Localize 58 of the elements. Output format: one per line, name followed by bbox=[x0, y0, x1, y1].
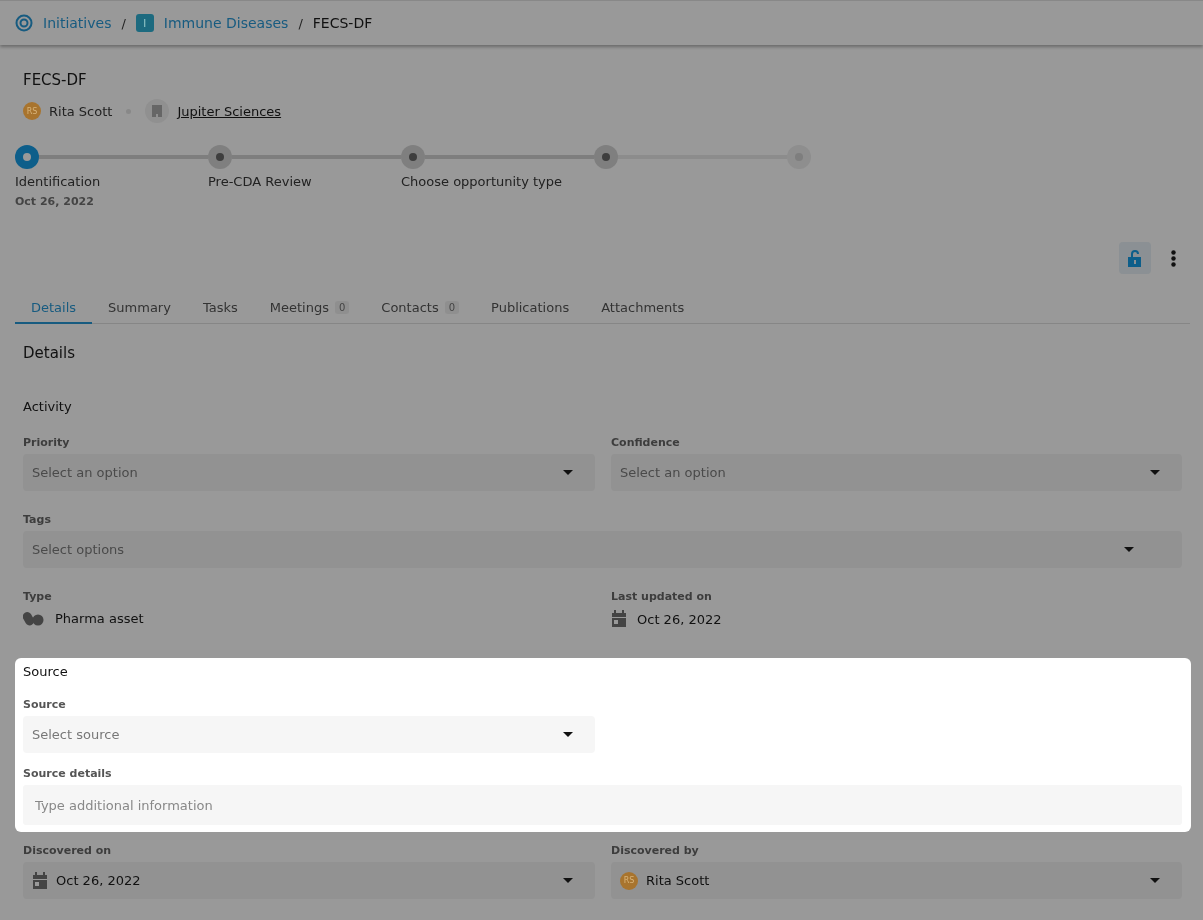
more-icon bbox=[1170, 249, 1176, 267]
field-label: Type bbox=[23, 590, 53, 603]
caret-icon bbox=[1150, 469, 1160, 476]
step-label: Identification bbox=[15, 174, 102, 189]
breadcrumb-link[interactable]: Immune Diseases bbox=[163, 15, 289, 31]
building-icon bbox=[145, 99, 170, 123]
calendar-icon bbox=[32, 871, 48, 890]
date-value: Oct 26, 2022 bbox=[637, 611, 723, 627]
breadcrumb-link[interactable]: Initiatives bbox=[43, 15, 112, 31]
tab[interactable]: Meetings 0 bbox=[253, 292, 366, 324]
company-link[interactable]: Jupiter Sciences bbox=[177, 103, 282, 119]
caret-icon bbox=[1124, 546, 1134, 553]
field-label: Source details bbox=[23, 767, 113, 780]
field-label: Tags bbox=[23, 513, 52, 526]
pills-icon bbox=[23, 610, 45, 626]
type-value: Pharma asset bbox=[55, 610, 145, 626]
tab[interactable]: Tasks bbox=[186, 292, 254, 324]
unlock-icon bbox=[1128, 249, 1142, 267]
avatar: RS bbox=[620, 871, 638, 890]
field-label: Source bbox=[23, 698, 67, 711]
section-heading: Details bbox=[22, 344, 76, 362]
initiative-badge: I bbox=[135, 14, 154, 32]
target-icon bbox=[15, 14, 33, 32]
tab[interactable]: Summary bbox=[92, 292, 187, 324]
step-date: Oct 26, 2022 bbox=[15, 195, 95, 208]
step-label: Choose opportunity type bbox=[401, 174, 564, 189]
select-field[interactable]: Select an option bbox=[23, 454, 595, 491]
tab[interactable]: Attachments bbox=[585, 292, 701, 324]
select-field[interactable]: Oct 26, 2022 bbox=[23, 862, 595, 899]
select-field[interactable]: Select source bbox=[23, 716, 595, 753]
caret-icon bbox=[563, 469, 573, 476]
caret-icon bbox=[1150, 877, 1160, 884]
breadcrumb-separator: / bbox=[121, 15, 126, 31]
calendar-icon bbox=[611, 610, 627, 628]
section-heading: Source bbox=[23, 664, 69, 679]
breadcrumb-separator: / bbox=[298, 15, 303, 31]
count-badge: 0 bbox=[444, 301, 460, 314]
select-field[interactable]: Select an option bbox=[611, 454, 1182, 491]
field-label: Last updated on bbox=[611, 590, 713, 603]
field-label: Priority bbox=[23, 436, 71, 449]
owner-name: Rita Scott bbox=[49, 103, 113, 119]
count-badge: 0 bbox=[334, 301, 350, 314]
select-field[interactable]: RS Rita Scott bbox=[611, 862, 1182, 899]
current-page-label: FECS-DF bbox=[312, 15, 373, 31]
select-field[interactable]: Select options bbox=[23, 531, 1182, 568]
tab[interactable]: Details bbox=[15, 292, 93, 324]
section-heading: Activity bbox=[22, 399, 73, 414]
tab[interactable]: Publications bbox=[475, 292, 586, 324]
page-title: FECS-DF bbox=[22, 71, 88, 89]
field-label: Confidence bbox=[611, 436, 681, 449]
caret-icon bbox=[563, 877, 573, 884]
step-label: Pre-CDA Review bbox=[208, 174, 313, 189]
avatar: RS bbox=[23, 102, 41, 120]
text-field[interactable]: Type additional information bbox=[23, 785, 1182, 825]
tab[interactable]: Contacts 0 bbox=[365, 292, 476, 324]
caret-icon bbox=[563, 731, 573, 738]
field-label: Discovered by bbox=[611, 844, 700, 857]
field-label: Discovered on bbox=[23, 844, 113, 857]
